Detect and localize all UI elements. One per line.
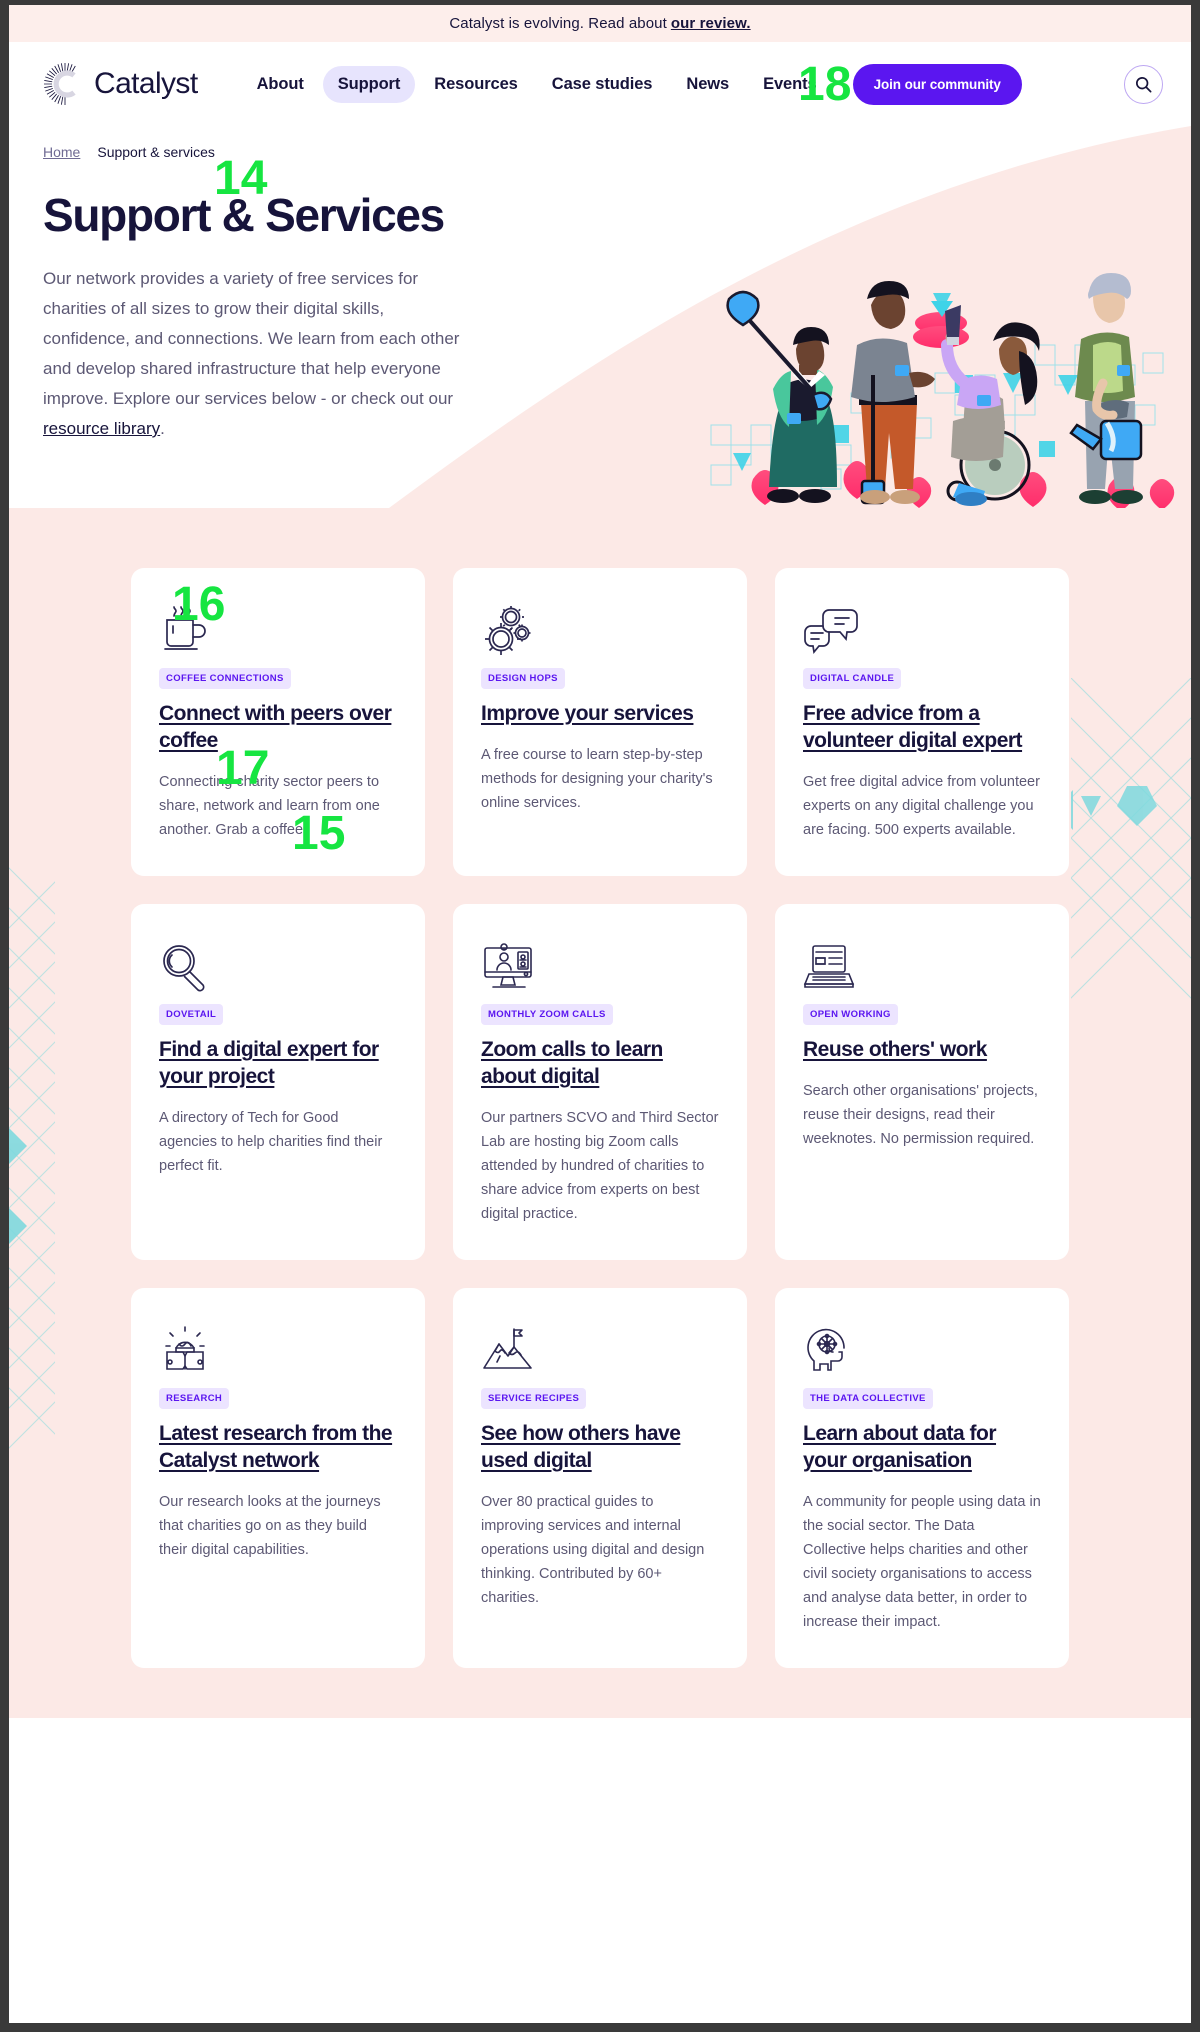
card-tag: MONTHLY ZOOM CALLS xyxy=(481,1004,613,1025)
resource-library-link[interactable]: resource library xyxy=(43,419,160,438)
service-card-open-working[interactable]: OPEN WORKING Reuse others' work Search o… xyxy=(775,904,1069,1260)
card-title-link[interactable]: Learn about data for your organisation xyxy=(803,1420,1041,1474)
annotation-14: 14 xyxy=(214,152,268,205)
breadcrumb-home[interactable]: Home xyxy=(43,144,80,160)
annotation-15: 15 xyxy=(292,807,346,860)
announcement-bar: Catalyst is evolving. Read about our rev… xyxy=(9,5,1191,42)
card-title-link[interactable]: Improve your services xyxy=(481,700,719,727)
card-description: Get free digital advice from volunteer e… xyxy=(803,774,1040,838)
hero-paragraph-tail: . xyxy=(160,419,165,438)
card-tag: RESEARCH xyxy=(159,1388,230,1409)
mountain-flag-icon xyxy=(481,1318,719,1376)
open-book-lightbulb-icon xyxy=(159,1318,397,1376)
annotation-16: 16 xyxy=(172,578,226,631)
search-icon xyxy=(1135,76,1152,92)
card-title-link[interactable]: Find a digital expert for your project xyxy=(159,1036,397,1090)
hero-illustration xyxy=(710,273,1175,508)
service-card-design-hops[interactable]: DESIGN HOPS Improve your services A free… xyxy=(453,568,747,876)
head-brain-network-icon xyxy=(803,1318,1041,1376)
nav-item-case-studies[interactable]: Case studies xyxy=(537,66,668,103)
speech-bubbles-icon xyxy=(803,598,1041,656)
card-tag: THE DATA COLLECTIVE xyxy=(803,1388,933,1409)
card-description: A directory of Tech for Good agencies to… xyxy=(159,1110,383,1174)
hero-section: Home Support & services Support & Servic… xyxy=(9,126,1191,508)
service-card-digital-candle[interactable]: DIGITAL CANDLE Free advice from a volunt… xyxy=(775,568,1069,876)
logo-text: Catalyst xyxy=(94,67,198,100)
card-title-link[interactable]: Connect with peers over coffee xyxy=(159,700,397,754)
card-title-link[interactable]: See how others have used digital xyxy=(481,1420,719,1474)
search-button[interactable] xyxy=(1124,64,1163,104)
card-tag: DOVETAIL xyxy=(159,1004,224,1025)
services-section: COFFEE CONNECTIONS Connect with peers ov… xyxy=(9,508,1191,1718)
magnifying-glass-icon xyxy=(159,934,397,992)
card-description: Search other organisations' projects, re… xyxy=(803,1083,1038,1147)
service-card-research[interactable]: RESEARCH Latest research from the Cataly… xyxy=(131,1288,425,1668)
hero-paragraph-text: Our network provides a variety of free s… xyxy=(43,269,460,408)
card-tag: DIGITAL CANDLE xyxy=(803,668,902,689)
card-tag: OPEN WORKING xyxy=(803,1004,898,1025)
logo[interactable]: Catalyst xyxy=(43,62,198,106)
card-description: Our partners SCVO and Third Sector Lab a… xyxy=(481,1110,719,1222)
catalyst-c-radial-logo-icon xyxy=(44,63,78,105)
card-tag: SERVICE RECIPES xyxy=(481,1388,587,1409)
nav-item-about[interactable]: About xyxy=(242,66,319,103)
card-description: Connecting charity sector peers to share… xyxy=(159,774,380,838)
hero-paragraph: Our network provides a variety of free s… xyxy=(43,264,475,444)
card-description: Over 80 practical guides to improving se… xyxy=(481,1494,705,1606)
gears-icon xyxy=(481,598,719,656)
annotation-17: 17 xyxy=(216,742,270,795)
card-tag: DESIGN HOPS xyxy=(481,668,565,689)
annotation-18: 18 xyxy=(798,58,852,111)
card-description: A community for people using data in the… xyxy=(803,1494,1041,1630)
nav-item-support[interactable]: Support xyxy=(322,65,416,103)
announcement-text: Catalyst is evolving. Read about xyxy=(449,15,667,32)
service-card-data-collective[interactable]: THE DATA COLLECTIVE Learn about data for… xyxy=(775,1288,1069,1668)
site-header: Catalyst About Support Resources Case st… xyxy=(9,42,1191,126)
card-title-link[interactable]: Reuse others' work xyxy=(803,1036,1041,1063)
services-card-grid: COFFEE CONNECTIONS Connect with peers ov… xyxy=(9,568,1191,1668)
service-card-monthly-zoom-calls[interactable]: MONTHLY ZOOM CALLS Zoom calls to learn a… xyxy=(453,904,747,1260)
card-description: A free course to learn step-by-step meth… xyxy=(481,747,713,811)
video-call-monitor-icon xyxy=(481,934,719,992)
card-title-link[interactable]: Free advice from a volunteer digital exp… xyxy=(803,700,1041,754)
card-tag: COFFEE CONNECTIONS xyxy=(159,668,291,689)
card-description: Our research looks at the journeys that … xyxy=(159,1494,381,1558)
main-nav: About Support Resources Case studies New… xyxy=(242,63,1022,105)
breadcrumb-current: Support & services xyxy=(97,144,215,160)
card-title-link[interactable]: Latest research from the Catalyst networ… xyxy=(159,1420,397,1474)
nav-item-resources[interactable]: Resources xyxy=(419,66,532,103)
laptop-icon xyxy=(803,934,1041,992)
service-card-service-recipes[interactable]: SERVICE RECIPES See how others have used… xyxy=(453,1288,747,1668)
join-our-community-button[interactable]: Join our community xyxy=(852,63,1022,105)
nav-item-news[interactable]: News xyxy=(671,66,744,103)
page-root: Catalyst is evolving. Read about our rev… xyxy=(0,0,1200,2032)
card-title-link[interactable]: Zoom calls to learn about digital xyxy=(481,1036,719,1090)
announcement-link[interactable]: our review. xyxy=(671,15,751,32)
service-card-dovetail[interactable]: DOVETAIL Find a digital expert for your … xyxy=(131,904,425,1260)
